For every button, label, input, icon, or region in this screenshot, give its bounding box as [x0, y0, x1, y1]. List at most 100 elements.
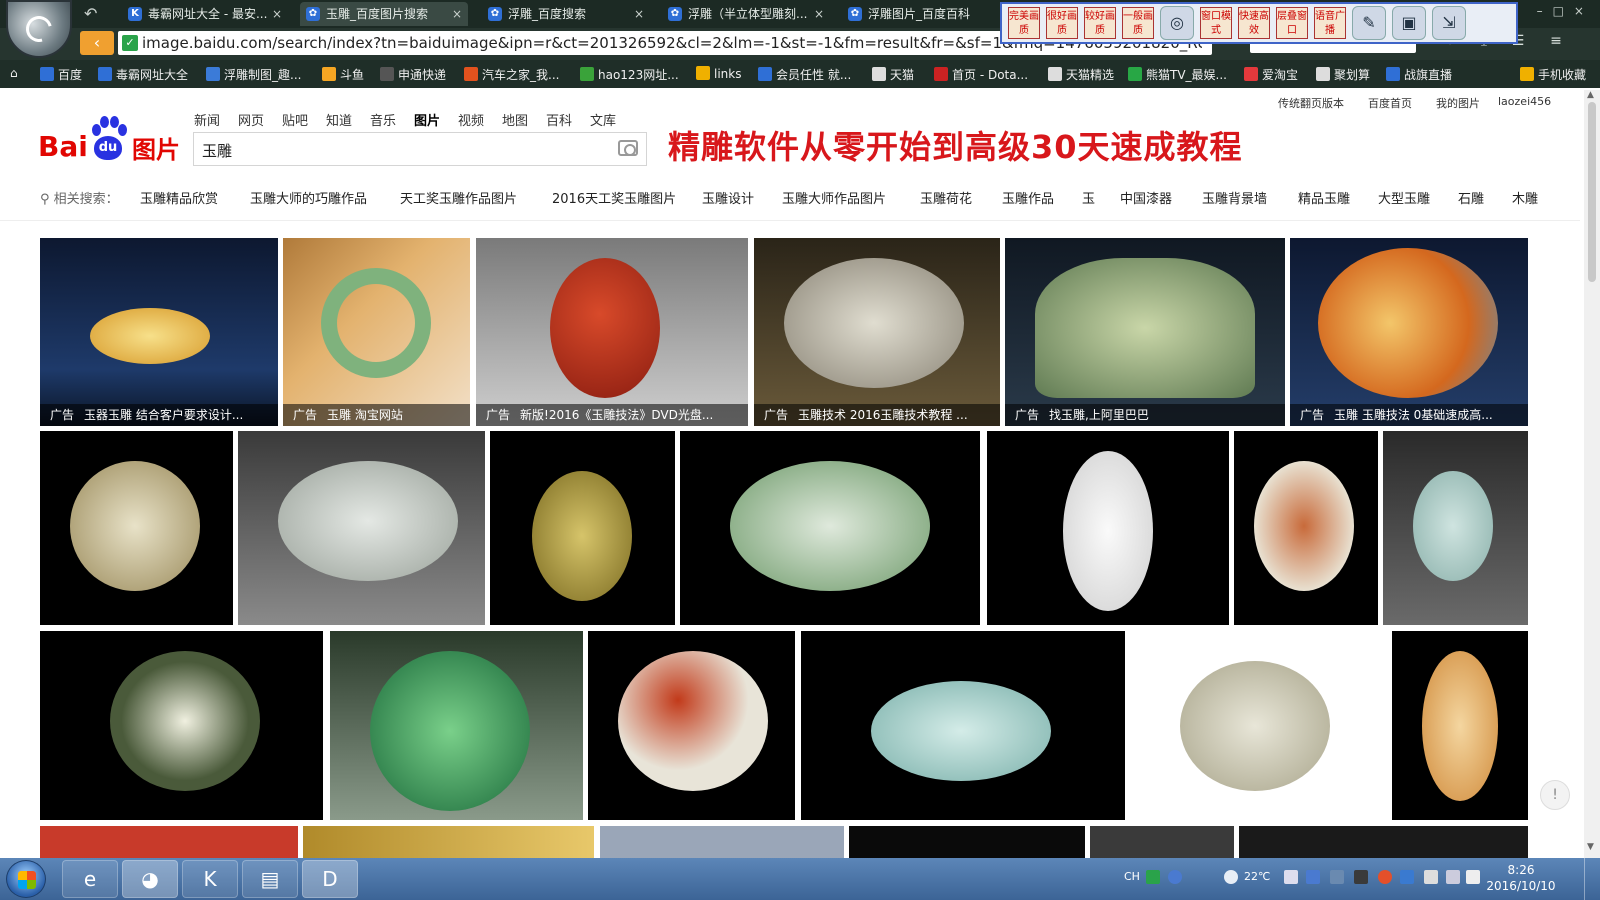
scroll-down-icon[interactable]: ▼ [1587, 842, 1594, 852]
image-result[interactable] [600, 826, 844, 858]
image-result[interactable] [303, 826, 594, 858]
fast-mode-button[interactable]: 快速高效 [1238, 7, 1270, 39]
bookmark-item[interactable]: 天猫精选 [1048, 66, 1114, 83]
image-result[interactable] [1090, 826, 1234, 858]
image-result[interactable] [490, 431, 675, 625]
image-result-ad[interactable]: 广告 玉器玉雕 结合客户要求设计... [40, 238, 278, 426]
cascade-window-button[interactable]: 层叠窗口 [1276, 7, 1308, 39]
image-result[interactable] [588, 631, 795, 820]
ime-icon[interactable] [1146, 870, 1160, 884]
nav-baike[interactable]: 百科 [546, 110, 572, 129]
bookmark-item[interactable]: 斗鱼 [322, 66, 364, 83]
related-item[interactable]: 玉雕设计 [702, 188, 754, 207]
tab-yudiao-images[interactable]: ✿ 玉雕_百度图片搜索 × [300, 2, 468, 26]
play-icon[interactable]: ◎ [1160, 6, 1194, 40]
scroll-up-icon[interactable]: ▲ [1587, 90, 1594, 100]
image-result[interactable] [801, 631, 1125, 820]
related-item[interactable]: 玉雕大师的巧雕作品 [250, 188, 367, 207]
tab-fudiao-baike[interactable]: ✿ 浮雕（半立体型雕刻... × [662, 2, 830, 26]
kingsoft-icon[interactable]: K [182, 860, 238, 898]
classic-paging-link[interactable]: 传统翻页版本 [1278, 95, 1344, 111]
nav-images[interactable]: 图片 [414, 110, 440, 129]
related-item[interactable]: 玉雕大师作品图片 [782, 188, 886, 207]
related-item[interactable]: 大型玉雕 [1378, 188, 1430, 207]
image-result[interactable] [849, 826, 1085, 858]
my-images-link[interactable]: 我的图片 [1436, 95, 1480, 111]
related-item[interactable]: 玉雕作品 [1002, 188, 1054, 207]
image-result[interactable] [987, 431, 1229, 625]
system-clock[interactable]: 8:26 2016/10/10 [1476, 862, 1566, 894]
nav-map[interactable]: 地图 [502, 110, 528, 129]
bookmark-item[interactable]: 汽车之家_我... [464, 66, 559, 83]
nav-zhidao[interactable]: 知道 [326, 110, 352, 129]
liebao-browser-icon[interactable]: ◕ [122, 860, 178, 898]
record-icon[interactable] [1378, 870, 1392, 884]
ie-icon[interactable]: e [62, 860, 118, 898]
image-search-input[interactable]: 玉雕 [193, 132, 647, 166]
related-item[interactable]: 木雕 [1512, 188, 1538, 207]
ad-banner[interactable]: 精雕软件从零开始到高级30天速成教程 [668, 122, 1243, 168]
bookmark-item[interactable]: 浮雕制图_趣... [206, 66, 301, 83]
bookmark-item[interactable]: 爱淘宝 [1244, 66, 1298, 83]
game-controller-icon[interactable] [1354, 870, 1368, 884]
image-result[interactable] [40, 826, 298, 858]
image-result[interactable] [238, 431, 485, 625]
image-result-ad[interactable]: 广告 玉雕技术 2016玉雕技术教程 ... [754, 238, 1000, 426]
jingdiao-app-icon[interactable]: D [302, 860, 358, 898]
image-result-ad[interactable]: 广告 玉雕 淘宝网站 [283, 238, 470, 426]
bookmark-item[interactable]: 毒霸网址大全 [98, 66, 188, 83]
nav-tieba[interactable]: 贴吧 [282, 110, 308, 129]
image-result[interactable] [40, 431, 233, 625]
related-item[interactable]: 精品玉雕 [1298, 188, 1350, 207]
voice-broadcast-button[interactable]: 语音广播 [1314, 7, 1346, 39]
image-result[interactable] [1130, 631, 1386, 820]
quality-fair-button[interactable]: 较好画质 [1084, 7, 1116, 39]
close-icon[interactable]: × [452, 2, 462, 26]
shield-icon[interactable] [1306, 870, 1320, 884]
monitor-icon[interactable] [1446, 870, 1460, 884]
bookmark-item[interactable]: 申通快递 [380, 66, 446, 83]
close-icon[interactable]: × [634, 2, 644, 26]
file-explorer-icon[interactable]: ▤ [242, 860, 298, 898]
nav-web[interactable]: 网页 [238, 110, 264, 129]
baidu-home-link[interactable]: 百度首页 [1368, 95, 1412, 111]
start-button[interactable] [6, 860, 46, 898]
bookmark-item[interactable]: hao123网址... [580, 66, 679, 83]
related-item[interactable]: 2016天工奖玉雕图片 [552, 188, 676, 207]
window-mode-button[interactable]: 窗口模式 [1200, 7, 1232, 39]
bookmark-item[interactable]: 手机收藏 [1520, 66, 1586, 83]
bookmark-item[interactable]: 百度 [40, 66, 82, 83]
close-icon[interactable]: × [272, 2, 282, 26]
window-controls[interactable]: –□× [1537, 4, 1594, 18]
baidu-images-logo[interactable]: Bai du 图片 [38, 114, 188, 164]
nav-news[interactable]: 新闻 [194, 110, 220, 129]
tab-fudiao-search[interactable]: ✿ 浮雕_百度搜索 × [482, 2, 650, 26]
image-result-ad[interactable]: 广告 新版!2016《玉雕技法》DVD光盘... [476, 238, 748, 426]
bookmark-item[interactable]: 熊猫TV_最娱... [1128, 66, 1227, 83]
brush-icon[interactable]: ✎ [1352, 6, 1386, 40]
help-icon[interactable] [1168, 870, 1182, 884]
image-result[interactable] [1383, 431, 1528, 625]
clipboard-icon[interactable] [1284, 870, 1298, 884]
nav-video[interactable]: 视频 [458, 110, 484, 129]
exit-icon[interactable]: ⇲ [1432, 6, 1466, 40]
camera-icon[interactable] [618, 140, 638, 156]
quality-good-button[interactable]: 很好画质 [1046, 7, 1078, 39]
show-desktop-button[interactable] [1584, 858, 1600, 900]
quality-normal-button[interactable]: 一般画质 [1122, 7, 1154, 39]
related-item[interactable]: 玉雕荷花 [920, 188, 972, 207]
related-item[interactable]: 石雕 [1458, 188, 1484, 207]
page-scrollbar[interactable]: ▲ ▼ [1584, 90, 1600, 858]
image-result-ad[interactable]: 广告 找玉雕,上阿里巴巴 [1005, 238, 1285, 426]
image-result[interactable] [1392, 631, 1528, 820]
bookmark-item[interactable]: 会员任性 就... [758, 66, 851, 83]
network-icon[interactable] [1330, 870, 1344, 884]
bookmark-item[interactable]: 首页 - Dota... [934, 66, 1028, 83]
home-icon[interactable]: ⌂ [10, 66, 18, 80]
nav-wenku[interactable]: 文库 [590, 110, 616, 129]
image-result[interactable] [680, 431, 980, 625]
related-item[interactable]: 玉 [1082, 188, 1095, 207]
tab-fudiao-pictures[interactable]: ✿ 浮雕图片_百度百科 [842, 2, 992, 26]
related-item[interactable]: 天工奖玉雕作品图片 [400, 188, 517, 207]
nav-music[interactable]: 音乐 [370, 110, 396, 129]
